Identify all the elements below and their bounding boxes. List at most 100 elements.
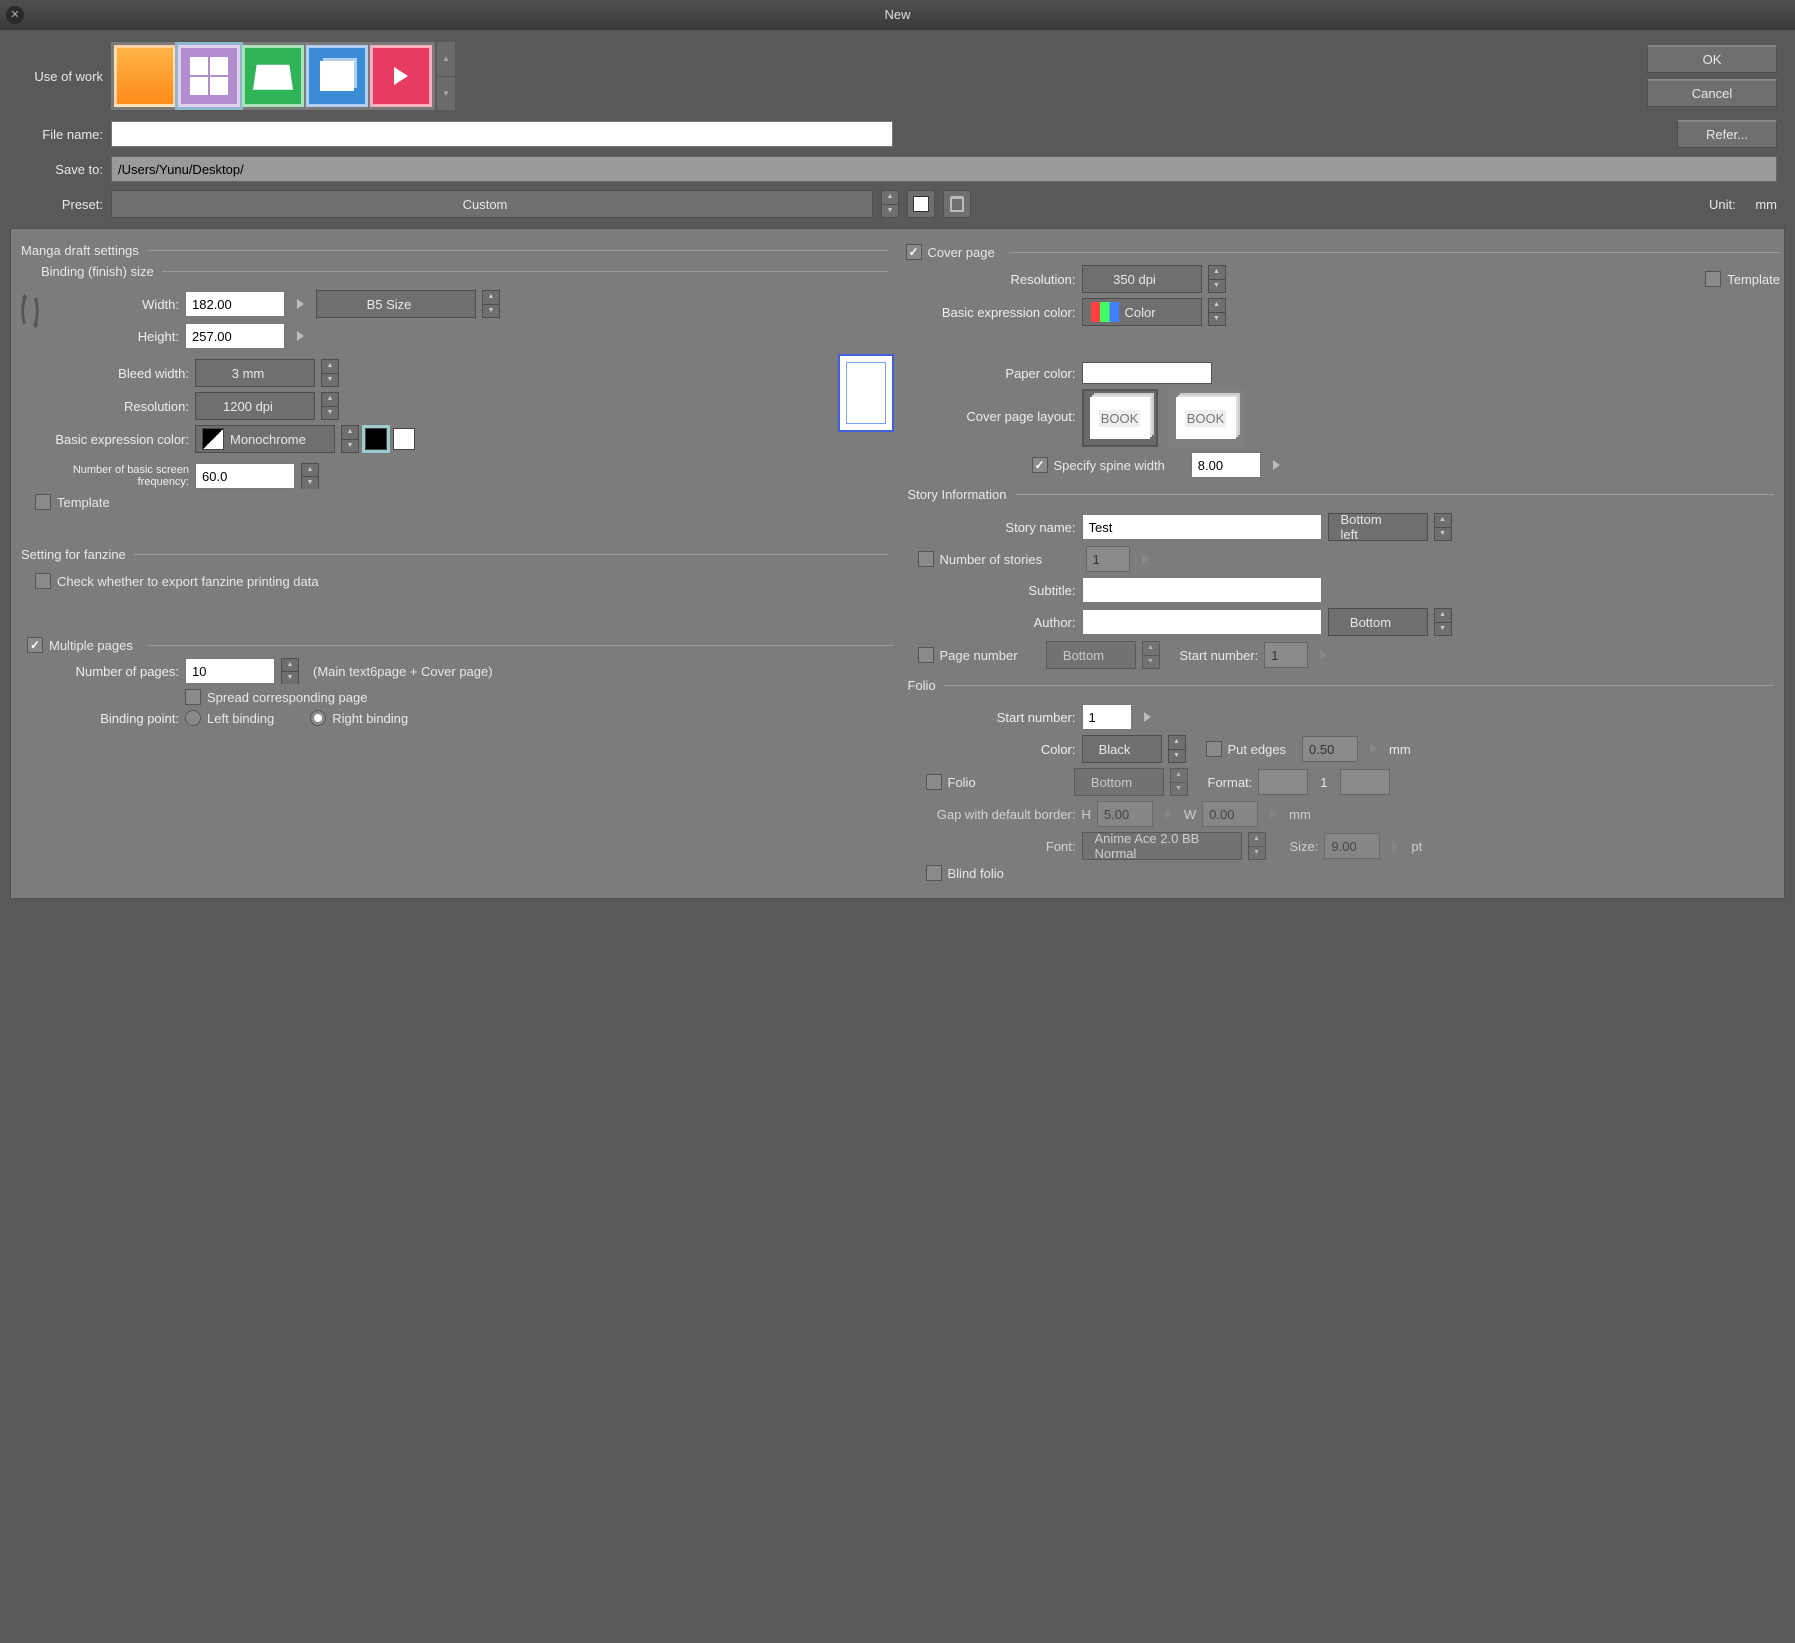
file-name-label: File name: bbox=[18, 127, 103, 142]
num-stories-input[interactable] bbox=[1086, 546, 1130, 572]
spine-check[interactable] bbox=[1032, 457, 1048, 473]
blind-folio-check[interactable] bbox=[926, 865, 942, 881]
cover-page-check[interactable] bbox=[906, 244, 922, 260]
size-input[interactable] bbox=[1324, 833, 1380, 859]
gap-h-input[interactable] bbox=[1097, 801, 1153, 827]
cancel-button[interactable]: Cancel bbox=[1647, 79, 1777, 107]
work-type-book-icon[interactable] bbox=[242, 45, 304, 107]
gap-w-more-icon[interactable] bbox=[1270, 809, 1277, 819]
width-label: Width: bbox=[49, 297, 179, 312]
folio-title: Folio bbox=[902, 674, 1781, 699]
bleed-combo[interactable]: 3 mm bbox=[195, 359, 315, 387]
num-stories-more-icon[interactable] bbox=[1142, 554, 1149, 564]
bec-spinner[interactable]: ▲▼ bbox=[341, 425, 359, 453]
work-type-print-icon[interactable] bbox=[306, 45, 368, 107]
folio-color-combo[interactable]: Black bbox=[1082, 735, 1162, 763]
bec-combo[interactable]: Monochrome bbox=[195, 425, 335, 453]
author-input[interactable] bbox=[1082, 609, 1322, 635]
num-stories-check[interactable] bbox=[918, 551, 934, 567]
work-type-animation-icon[interactable] bbox=[370, 45, 432, 107]
font-combo[interactable]: Anime Ace 2.0 BB Normal bbox=[1082, 832, 1242, 860]
subtitle-input[interactable] bbox=[1082, 577, 1322, 603]
width-input[interactable] bbox=[185, 291, 285, 317]
story-name-input[interactable] bbox=[1082, 514, 1322, 540]
story-name-pos-spinner[interactable]: ▲▼ bbox=[1434, 513, 1452, 541]
preset-save-icon[interactable] bbox=[907, 190, 935, 218]
author-pos-spinner[interactable]: ▲▼ bbox=[1434, 608, 1452, 636]
gap-h-label: H bbox=[1082, 807, 1091, 822]
refer-button[interactable]: Refer... bbox=[1677, 120, 1777, 148]
size-preset-combo[interactable]: B5 Size bbox=[316, 290, 476, 318]
ink-black-swatch[interactable] bbox=[365, 428, 387, 450]
swap-dimensions-icon[interactable] bbox=[15, 285, 45, 337]
page-start-more-icon[interactable] bbox=[1320, 650, 1327, 660]
cover-layout-spread-icon[interactable]: BOOK bbox=[1168, 389, 1244, 447]
titlebar: ✕ New bbox=[0, 0, 1795, 30]
bleed-spinner[interactable]: ▲▼ bbox=[321, 359, 339, 387]
story-name-pos-combo[interactable]: Bottom left bbox=[1328, 513, 1428, 541]
size-unit: pt bbox=[1411, 839, 1422, 854]
work-type-illustration-icon[interactable] bbox=[114, 45, 176, 107]
ink-white-swatch[interactable] bbox=[393, 428, 415, 450]
close-icon[interactable]: ✕ bbox=[6, 6, 24, 24]
file-name-input[interactable] bbox=[111, 121, 893, 147]
cover-res-spinner[interactable]: ▲▼ bbox=[1208, 265, 1226, 293]
save-to-input[interactable] bbox=[111, 156, 1777, 182]
put-edges-input[interactable] bbox=[1302, 736, 1358, 762]
put-edges-more-icon[interactable] bbox=[1370, 744, 1377, 754]
gap-h-more-icon[interactable] bbox=[1165, 809, 1172, 819]
size-label: Size: bbox=[1290, 839, 1319, 854]
num-pages-input[interactable] bbox=[185, 658, 275, 684]
mds-template-check[interactable] bbox=[35, 494, 51, 510]
fanzine-check[interactable] bbox=[35, 573, 51, 589]
freq-spinner[interactable]: ▲▼ bbox=[301, 463, 319, 489]
folio-start-more-icon[interactable] bbox=[1144, 712, 1151, 722]
page-number-pos-combo: Bottom bbox=[1046, 641, 1136, 669]
width-more-icon[interactable] bbox=[297, 299, 304, 309]
author-pos-combo[interactable]: Bottom bbox=[1328, 608, 1428, 636]
cover-layout-single-icon[interactable]: BOOK bbox=[1082, 389, 1158, 447]
spine-input[interactable] bbox=[1191, 452, 1261, 478]
cover-page-label: Cover page bbox=[928, 245, 995, 260]
size-more-icon[interactable] bbox=[1392, 841, 1399, 851]
spine-more-icon[interactable] bbox=[1273, 460, 1280, 470]
spine-label: Specify spine width bbox=[1054, 458, 1165, 473]
height-more-icon[interactable] bbox=[297, 331, 304, 341]
cover-res-combo[interactable]: 350 dpi bbox=[1082, 265, 1202, 293]
right-binding-radio[interactable] bbox=[310, 710, 326, 726]
spread-check[interactable] bbox=[185, 689, 201, 705]
preset-spinner[interactable]: ▲▼ bbox=[881, 190, 899, 218]
multiple-pages-check[interactable] bbox=[27, 637, 43, 653]
size-preset-spinner[interactable]: ▲▼ bbox=[482, 290, 500, 318]
format-mid: 1 bbox=[1314, 775, 1333, 790]
mds-resolution-combo[interactable]: 1200 dpi bbox=[195, 392, 315, 420]
work-type-comic-icon[interactable] bbox=[178, 45, 240, 107]
cover-template-check[interactable] bbox=[1705, 271, 1721, 287]
cover-template-label: Template bbox=[1727, 272, 1780, 287]
freq-label: Number of basic screen frequency: bbox=[19, 464, 189, 488]
mds-resolution-spinner[interactable]: ▲▼ bbox=[321, 392, 339, 420]
gap-w-input[interactable] bbox=[1202, 801, 1258, 827]
num-pages-spinner[interactable]: ▲▼ bbox=[281, 658, 299, 684]
font-spinner[interactable]: ▲▼ bbox=[1248, 832, 1266, 860]
height-input[interactable] bbox=[185, 323, 285, 349]
page-start-input[interactable] bbox=[1264, 642, 1308, 668]
left-binding-radio[interactable] bbox=[185, 710, 201, 726]
format-suffix-input[interactable] bbox=[1340, 769, 1390, 795]
page-number-check[interactable] bbox=[918, 647, 934, 663]
cover-bec-combo[interactable]: Color bbox=[1082, 298, 1202, 326]
put-edges-check[interactable] bbox=[1206, 741, 1222, 757]
left-column: Manga draft settings Binding (finish) si… bbox=[15, 239, 894, 886]
folio-color-spinner[interactable]: ▲▼ bbox=[1168, 735, 1186, 763]
work-type-scroll[interactable]: ▲▼ bbox=[437, 42, 455, 110]
paper-color-swatch[interactable] bbox=[1082, 362, 1212, 384]
freq-input[interactable] bbox=[195, 463, 295, 489]
preset-combo[interactable]: Custom bbox=[111, 190, 873, 218]
ok-button[interactable]: OK bbox=[1647, 45, 1777, 73]
format-prefix-input[interactable] bbox=[1258, 769, 1308, 795]
paper-color-label: Paper color: bbox=[906, 366, 1076, 381]
folio-check[interactable] bbox=[926, 774, 942, 790]
preset-delete-icon[interactable] bbox=[943, 190, 971, 218]
folio-start-input[interactable] bbox=[1082, 704, 1132, 730]
cover-bec-spinner[interactable]: ▲▼ bbox=[1208, 298, 1226, 326]
